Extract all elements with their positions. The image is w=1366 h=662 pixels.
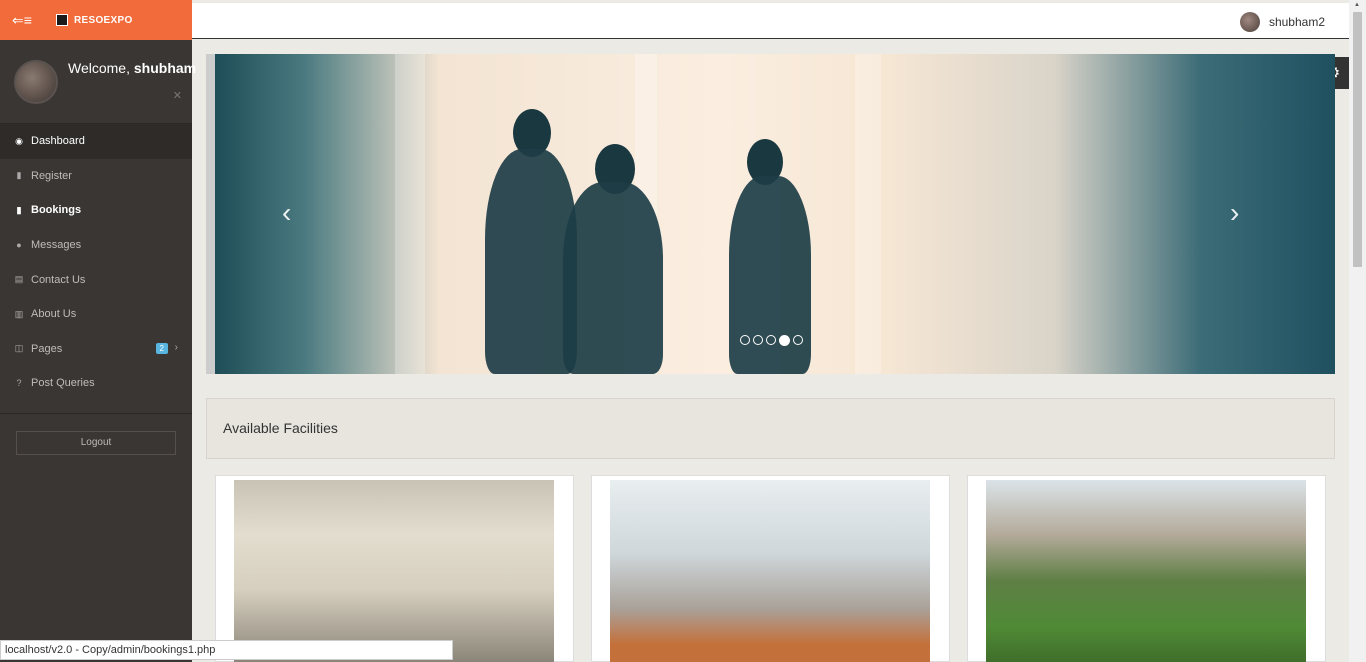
gym-image <box>234 480 554 662</box>
pages-count-badge: 2 <box>155 342 168 354</box>
bookmark-icon: ▮ <box>16 170 22 181</box>
facilities-panel: Available Facilities <box>206 398 1335 459</box>
dashboard-icon: ◉ <box>15 135 23 146</box>
profile-panel: Welcome, shubham ✕ ✉ ♟ ⏻ <box>0 40 196 140</box>
scroll-up-icon[interactable]: ▲ <box>1354 2 1360 8</box>
sidebar-item-register[interactable]: ▮ Register <box>0 159 192 194</box>
sidebar-item-post-queries[interactable]: ? Post Queries <box>0 366 192 401</box>
sidebar-item-pages[interactable]: ◫ Pages 2 › <box>0 332 192 367</box>
facility-card-cafeteria[interactable] <box>591 475 950 662</box>
bar-chart-icon: ▥ <box>14 308 24 319</box>
sidebar-item-label: About Us <box>31 308 77 321</box>
cafeteria-image <box>610 480 930 662</box>
sidebar-divider <box>0 412 192 414</box>
carousel-slide-image <box>215 54 1335 374</box>
welcome-username: shubham <box>133 60 197 76</box>
brand-bar: ⇐≡ RESOEXPO <box>0 0 192 40</box>
question-icon: ? <box>16 378 22 389</box>
carousel-indicators <box>740 335 803 346</box>
sidebar-item-about-us[interactable]: ▥ About Us <box>0 297 192 332</box>
brand-name: RESOEXPO <box>74 14 133 26</box>
carousel-prev-button[interactable]: ‹ <box>282 197 291 229</box>
brand-logo[interactable]: RESOEXPO <box>44 0 192 40</box>
facilities-title: Available Facilities <box>223 420 338 436</box>
garden-image <box>986 480 1306 662</box>
sidebar-item-label: Dashboard <box>31 135 85 148</box>
logout-button[interactable]: Logout <box>16 430 176 455</box>
bookmark-icon: ▮ <box>16 204 22 215</box>
sidebar-menu: ◉ Dashboard ▮ Register ▮ Bookings ● Mess… <box>0 124 192 401</box>
vertical-scrollbar[interactable]: ▲ <box>1349 0 1366 662</box>
user-avatar <box>1239 12 1260 32</box>
close-icon[interactable]: ✕ <box>173 89 182 102</box>
carousel-dot[interactable] <box>740 335 750 345</box>
avatar[interactable] <box>14 60 58 104</box>
welcome-text: Welcome, shubham <box>68 60 196 76</box>
top-header: shubham2 <box>192 3 1349 39</box>
carousel-dot[interactable] <box>793 335 803 345</box>
carousel-dot[interactable] <box>766 335 776 345</box>
sidebar-item-label: Post Queries <box>31 377 95 390</box>
sidebar-item-label: Messages <box>31 239 82 252</box>
sidebar-item-label: Contact Us <box>31 273 86 286</box>
sidebar-item-messages[interactable]: ● Messages <box>0 228 192 263</box>
carousel-dot[interactable] <box>753 335 763 345</box>
sidebar-item-dashboard[interactable]: ◉ Dashboard <box>0 124 192 159</box>
sidebar-item-label: Bookings <box>31 204 82 217</box>
pages-icon: ◫ <box>14 343 24 354</box>
sidebar-item-label: Register <box>31 169 72 182</box>
sidebar-item-bookings[interactable]: ▮ Bookings <box>0 193 192 228</box>
contact-card-icon: ▤ <box>14 274 24 285</box>
facility-card-garden[interactable] <box>967 475 1326 662</box>
carousel-dot-active[interactable] <box>779 335 790 346</box>
chevron-right-icon: › <box>174 341 178 353</box>
scrollbar-thumb[interactable] <box>1353 12 1362 267</box>
sidebar-toggle-button[interactable]: ⇐≡ <box>0 0 44 40</box>
browser-status-bar: localhost/v2.0 - Copy/admin/bookings1.ph… <box>0 640 453 660</box>
facility-card-gym[interactable] <box>215 475 574 662</box>
carousel-next-button[interactable]: › <box>1230 197 1239 229</box>
info-icon: ● <box>16 240 22 251</box>
welcome-prefix: Welcome, <box>68 60 130 76</box>
image-carousel: ‹ › <box>206 54 1335 374</box>
menu-collapse-icon: ⇐≡ <box>12 11 32 28</box>
user-menu[interactable]: shubham2 <box>1239 12 1325 32</box>
sidebar-item-contact-us[interactable]: ▤ Contact Us <box>0 262 192 297</box>
sidebar: ⇐≡ RESOEXPO Welcome, shubham ✕ ✉ ♟ ⏻ ◉ D… <box>0 0 196 662</box>
logo-icon <box>56 14 68 26</box>
user-name: shubham2 <box>1268 15 1325 29</box>
sidebar-item-label: Pages <box>31 342 63 355</box>
